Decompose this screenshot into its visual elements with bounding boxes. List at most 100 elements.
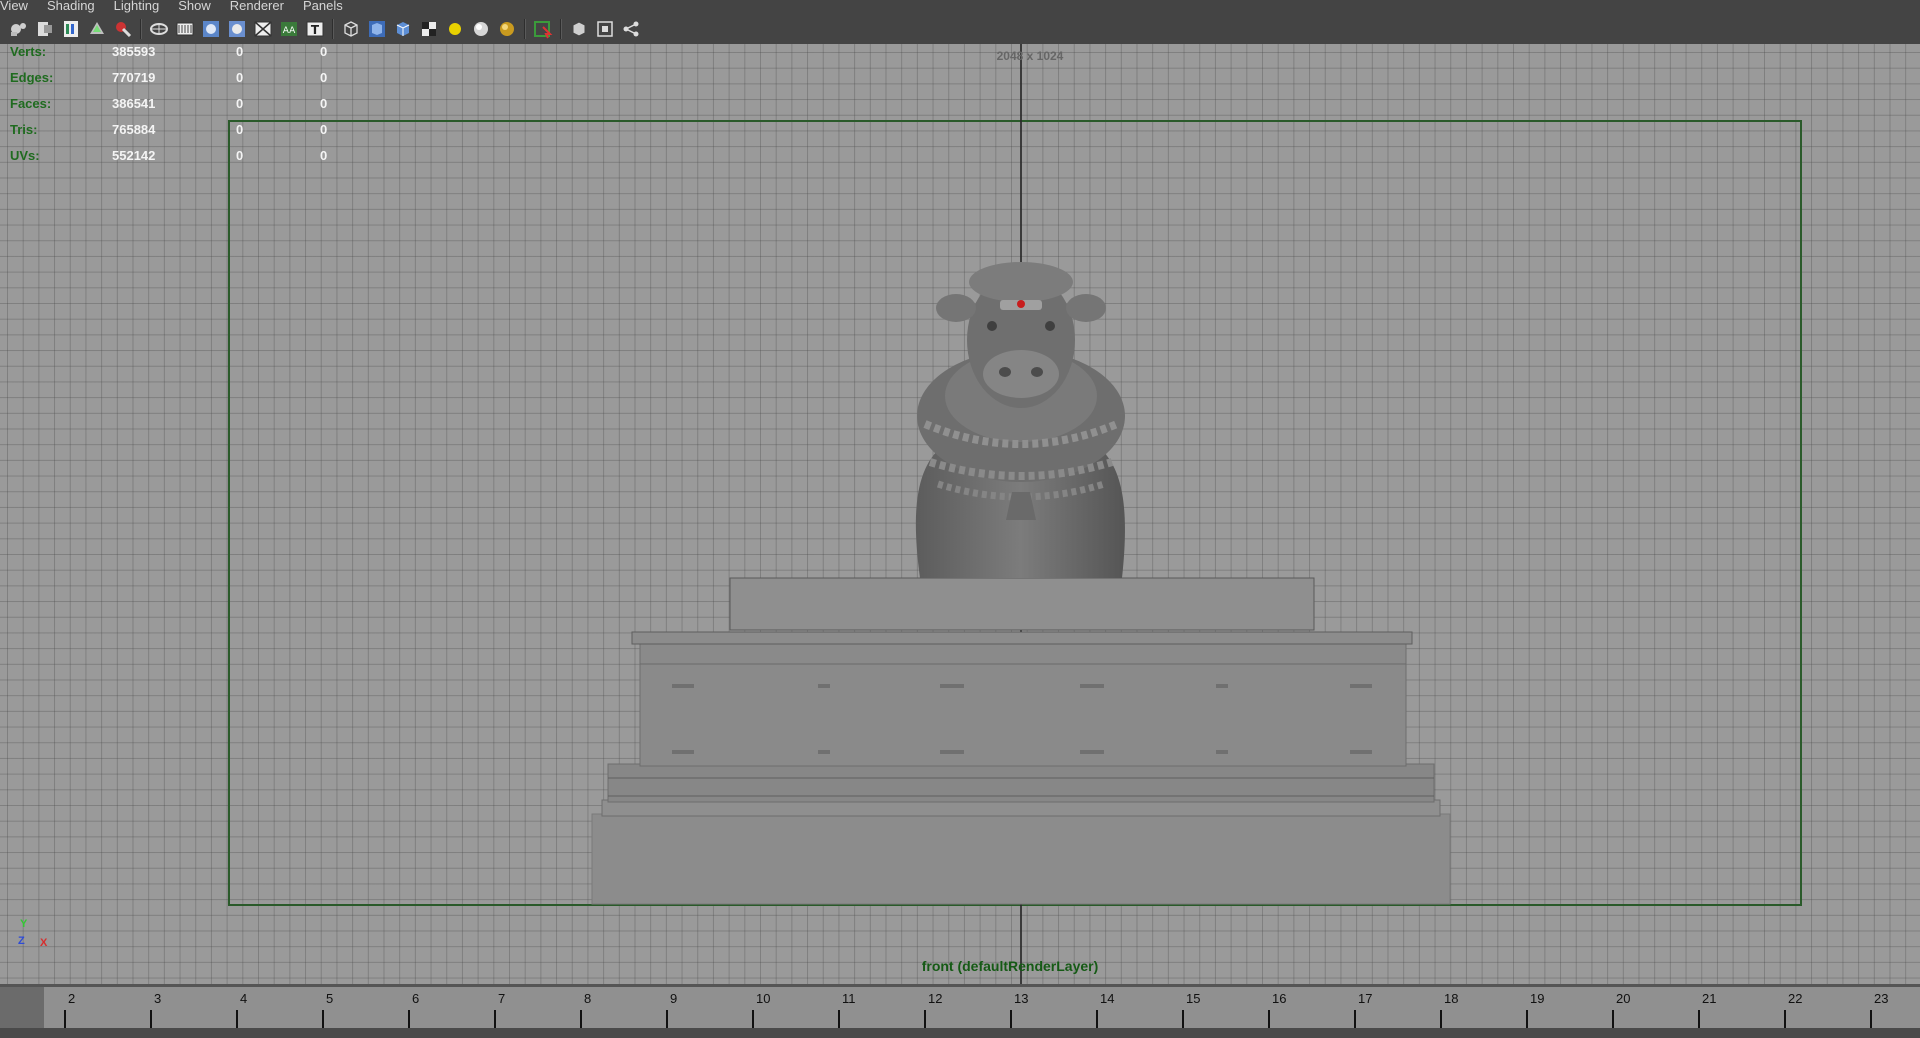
time-tick	[580, 1010, 582, 1028]
hud-value-selected: 0	[236, 148, 244, 163]
time-tick	[1870, 1010, 1872, 1028]
hud-value-total: 385593	[112, 44, 156, 59]
hud-value-selected-components: 0	[320, 44, 328, 59]
all-lights-icon[interactable]	[470, 18, 492, 40]
time-tick-label: 4	[240, 991, 248, 1006]
time-slider[interactable]: 2 3 4 5 6 7 8 9 10 11 12 13 14 15 16 17 18 19 20 21 22 23	[0, 984, 1920, 1038]
time-tick-label: 16	[1272, 991, 1287, 1006]
time-tick-label: 15	[1186, 991, 1201, 1006]
wireframe-icon[interactable]	[340, 18, 362, 40]
safe-action-icon[interactable]: AA	[278, 18, 300, 40]
grease-pencil-icon[interactable]	[112, 18, 134, 40]
time-tick	[1612, 1010, 1614, 1028]
wireframe-on-shaded-icon[interactable]	[392, 18, 414, 40]
time-tick-label: 7	[498, 991, 506, 1006]
time-tick-label: 9	[670, 991, 678, 1006]
hud-value-selected: 0	[236, 70, 244, 85]
toolbar-separator	[560, 19, 562, 39]
image-plane-icon[interactable]	[60, 18, 82, 40]
view-axis-gizmo: Y Z X	[16, 918, 56, 958]
toolbar-separator	[524, 19, 526, 39]
time-tick	[1526, 1010, 1528, 1028]
time-tick	[150, 1010, 152, 1028]
viewport-panel[interactable]: 2048 x 1024 Verts: 385593 0 0 Edges: 770…	[0, 44, 1920, 984]
textured-icon[interactable]	[418, 18, 440, 40]
time-tick-label: 3	[154, 991, 162, 1006]
time-tick-label: 10	[756, 991, 771, 1006]
default-light-icon[interactable]	[444, 18, 466, 40]
time-tick-label: 20	[1616, 991, 1631, 1006]
time-tick-label: 12	[928, 991, 943, 1006]
menu-view[interactable]: View	[0, 0, 28, 12]
gate-mask-icon[interactable]	[226, 18, 248, 40]
time-ruler[interactable]: 2 3 4 5 6 7 8 9 10 11 12 13 14 15 16 17 18 19 20 21 22 23	[44, 984, 1920, 1028]
time-tick-label: 17	[1358, 991, 1373, 1006]
menu-panels[interactable]: Panels	[303, 0, 343, 12]
time-tick	[322, 1010, 324, 1028]
time-slider-footer	[0, 1028, 1920, 1038]
time-tick-label: 21	[1702, 991, 1717, 1006]
time-tick-label: 6	[412, 991, 420, 1006]
film-gate-icon[interactable]	[174, 18, 196, 40]
hud-value-selected-components: 0	[320, 70, 328, 85]
time-tick	[1096, 1010, 1098, 1028]
time-tick	[1440, 1010, 1442, 1028]
two-d-pan-zoom-icon[interactable]	[86, 18, 108, 40]
camera-bookmarks-icon[interactable]	[34, 18, 56, 40]
menu-renderer[interactable]: Renderer	[230, 0, 284, 12]
time-tick-label: 14	[1100, 991, 1115, 1006]
smooth-shade-icon[interactable]	[366, 18, 388, 40]
time-tick	[1354, 1010, 1356, 1028]
time-tick	[1010, 1010, 1012, 1028]
svg-text:T: T	[311, 23, 320, 37]
hud-value-total: 552142	[112, 148, 156, 163]
xray-components-icon[interactable]	[620, 18, 642, 40]
hud-value-selected: 0	[236, 122, 244, 137]
camera-view-label: front (defaultRenderLayer)	[921, 958, 1099, 974]
time-tick-label: 23	[1874, 991, 1889, 1006]
time-tick	[64, 1010, 66, 1028]
menu-lighting[interactable]: Lighting	[114, 0, 160, 12]
resolution-gate-icon[interactable]	[200, 18, 222, 40]
time-tick-label: 22	[1788, 991, 1803, 1006]
axis-y-label: Y	[20, 918, 28, 930]
time-tick	[838, 1010, 840, 1028]
nandi-statue-model[interactable]	[0, 44, 1920, 984]
hud-value-selected-components: 0	[320, 96, 328, 111]
time-tick-label: 19	[1530, 991, 1545, 1006]
isolate-select-icon[interactable]	[532, 18, 554, 40]
axis-x-label: X	[40, 937, 48, 949]
hud-label: Faces:	[10, 96, 52, 111]
time-tick	[1182, 1010, 1184, 1028]
time-tick	[666, 1010, 668, 1028]
time-tick	[1698, 1010, 1700, 1028]
time-tick-label: 13	[1014, 991, 1029, 1006]
field-chart-icon[interactable]	[252, 18, 274, 40]
axis-z-label: Z	[18, 935, 25, 947]
time-tick-label: 11	[842, 991, 856, 1006]
hud-value-total: 386541	[112, 96, 156, 111]
svg-text:AA: AA	[283, 26, 296, 36]
hud-value-selected-components: 0	[320, 148, 328, 163]
xray-joints-icon[interactable]	[594, 18, 616, 40]
camera-attributes-icon[interactable]	[8, 18, 30, 40]
hud-label: Verts:	[10, 44, 47, 59]
menu-shading[interactable]: Shading	[47, 0, 95, 12]
hud-value-selected: 0	[236, 96, 244, 111]
grid-icon[interactable]	[148, 18, 170, 40]
time-tick	[1784, 1010, 1786, 1028]
shadows-icon[interactable]	[496, 18, 518, 40]
hud-label: Edges:	[10, 70, 54, 85]
hud-value-selected: 0	[236, 44, 244, 59]
xray-icon[interactable]	[568, 18, 590, 40]
hud-label: UVs:	[10, 148, 40, 163]
toolbar-separator	[140, 19, 142, 39]
safe-title-icon[interactable]: T	[304, 18, 326, 40]
hud-value-selected-components: 0	[320, 122, 328, 137]
time-tick-label: 8	[584, 991, 592, 1006]
panel-toolbar: AA T	[0, 14, 1920, 44]
hud-value-total: 765884	[112, 122, 156, 137]
time-tick	[752, 1010, 754, 1028]
menu-show[interactable]: Show	[178, 0, 211, 12]
toolbar-separator	[332, 19, 334, 39]
